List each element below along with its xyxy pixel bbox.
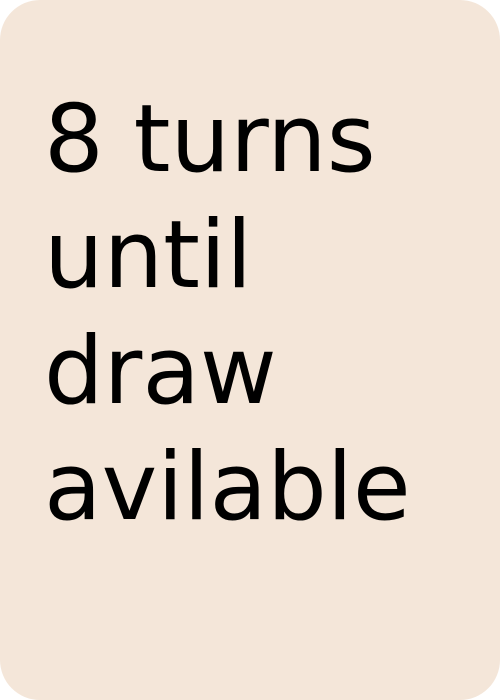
message-line-2: until xyxy=(44,201,253,310)
message-line-4: avilable xyxy=(44,433,411,542)
message-line-3: draw xyxy=(44,317,277,426)
draw-cooldown-message: 8 turns until draw avilable xyxy=(44,82,474,546)
draw-cooldown-card: 8 turns until draw avilable xyxy=(0,0,500,700)
message-line-1: 8 turns xyxy=(44,85,376,194)
